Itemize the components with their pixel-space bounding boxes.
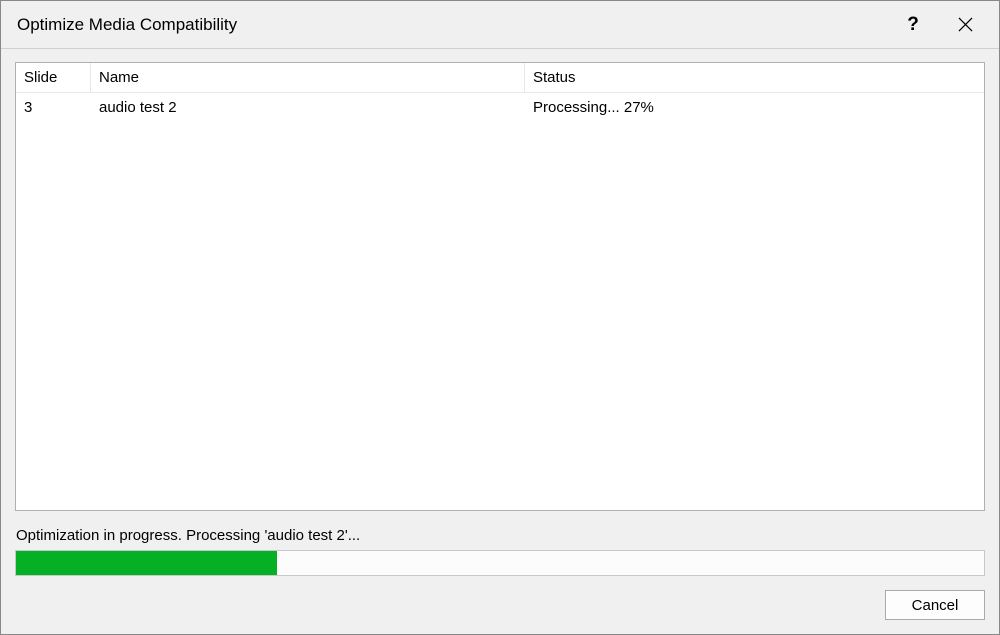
- column-header-status[interactable]: Status: [525, 63, 984, 92]
- titlebar-buttons: ?: [891, 5, 987, 45]
- progress-fill: [16, 551, 277, 575]
- titlebar: Optimize Media Compatibility ?: [1, 1, 999, 49]
- media-list: Slide Name Status 3 audio test 2 Process…: [15, 62, 985, 511]
- list-body: 3 audio test 2 Processing... 27%: [16, 93, 984, 510]
- dialog-window: Optimize Media Compatibility ? Slide Nam…: [0, 0, 1000, 635]
- dialog-title: Optimize Media Compatibility: [17, 15, 891, 35]
- cell-slide: 3: [16, 93, 91, 121]
- dialog-content: Slide Name Status 3 audio test 2 Process…: [1, 49, 999, 634]
- cancel-button[interactable]: Cancel: [885, 590, 985, 620]
- column-header-name[interactable]: Name: [91, 63, 525, 92]
- button-row: Cancel: [15, 590, 985, 620]
- list-row[interactable]: 3 audio test 2 Processing... 27%: [16, 93, 984, 121]
- help-icon[interactable]: ?: [891, 5, 935, 45]
- cell-status: Processing... 27%: [525, 93, 984, 121]
- close-icon[interactable]: [943, 5, 987, 45]
- list-header: Slide Name Status: [16, 63, 984, 93]
- column-header-slide[interactable]: Slide: [16, 63, 91, 92]
- cell-name: audio test 2: [91, 93, 525, 121]
- status-text: Optimization in progress. Processing 'au…: [15, 527, 985, 544]
- progress-bar: [15, 550, 985, 576]
